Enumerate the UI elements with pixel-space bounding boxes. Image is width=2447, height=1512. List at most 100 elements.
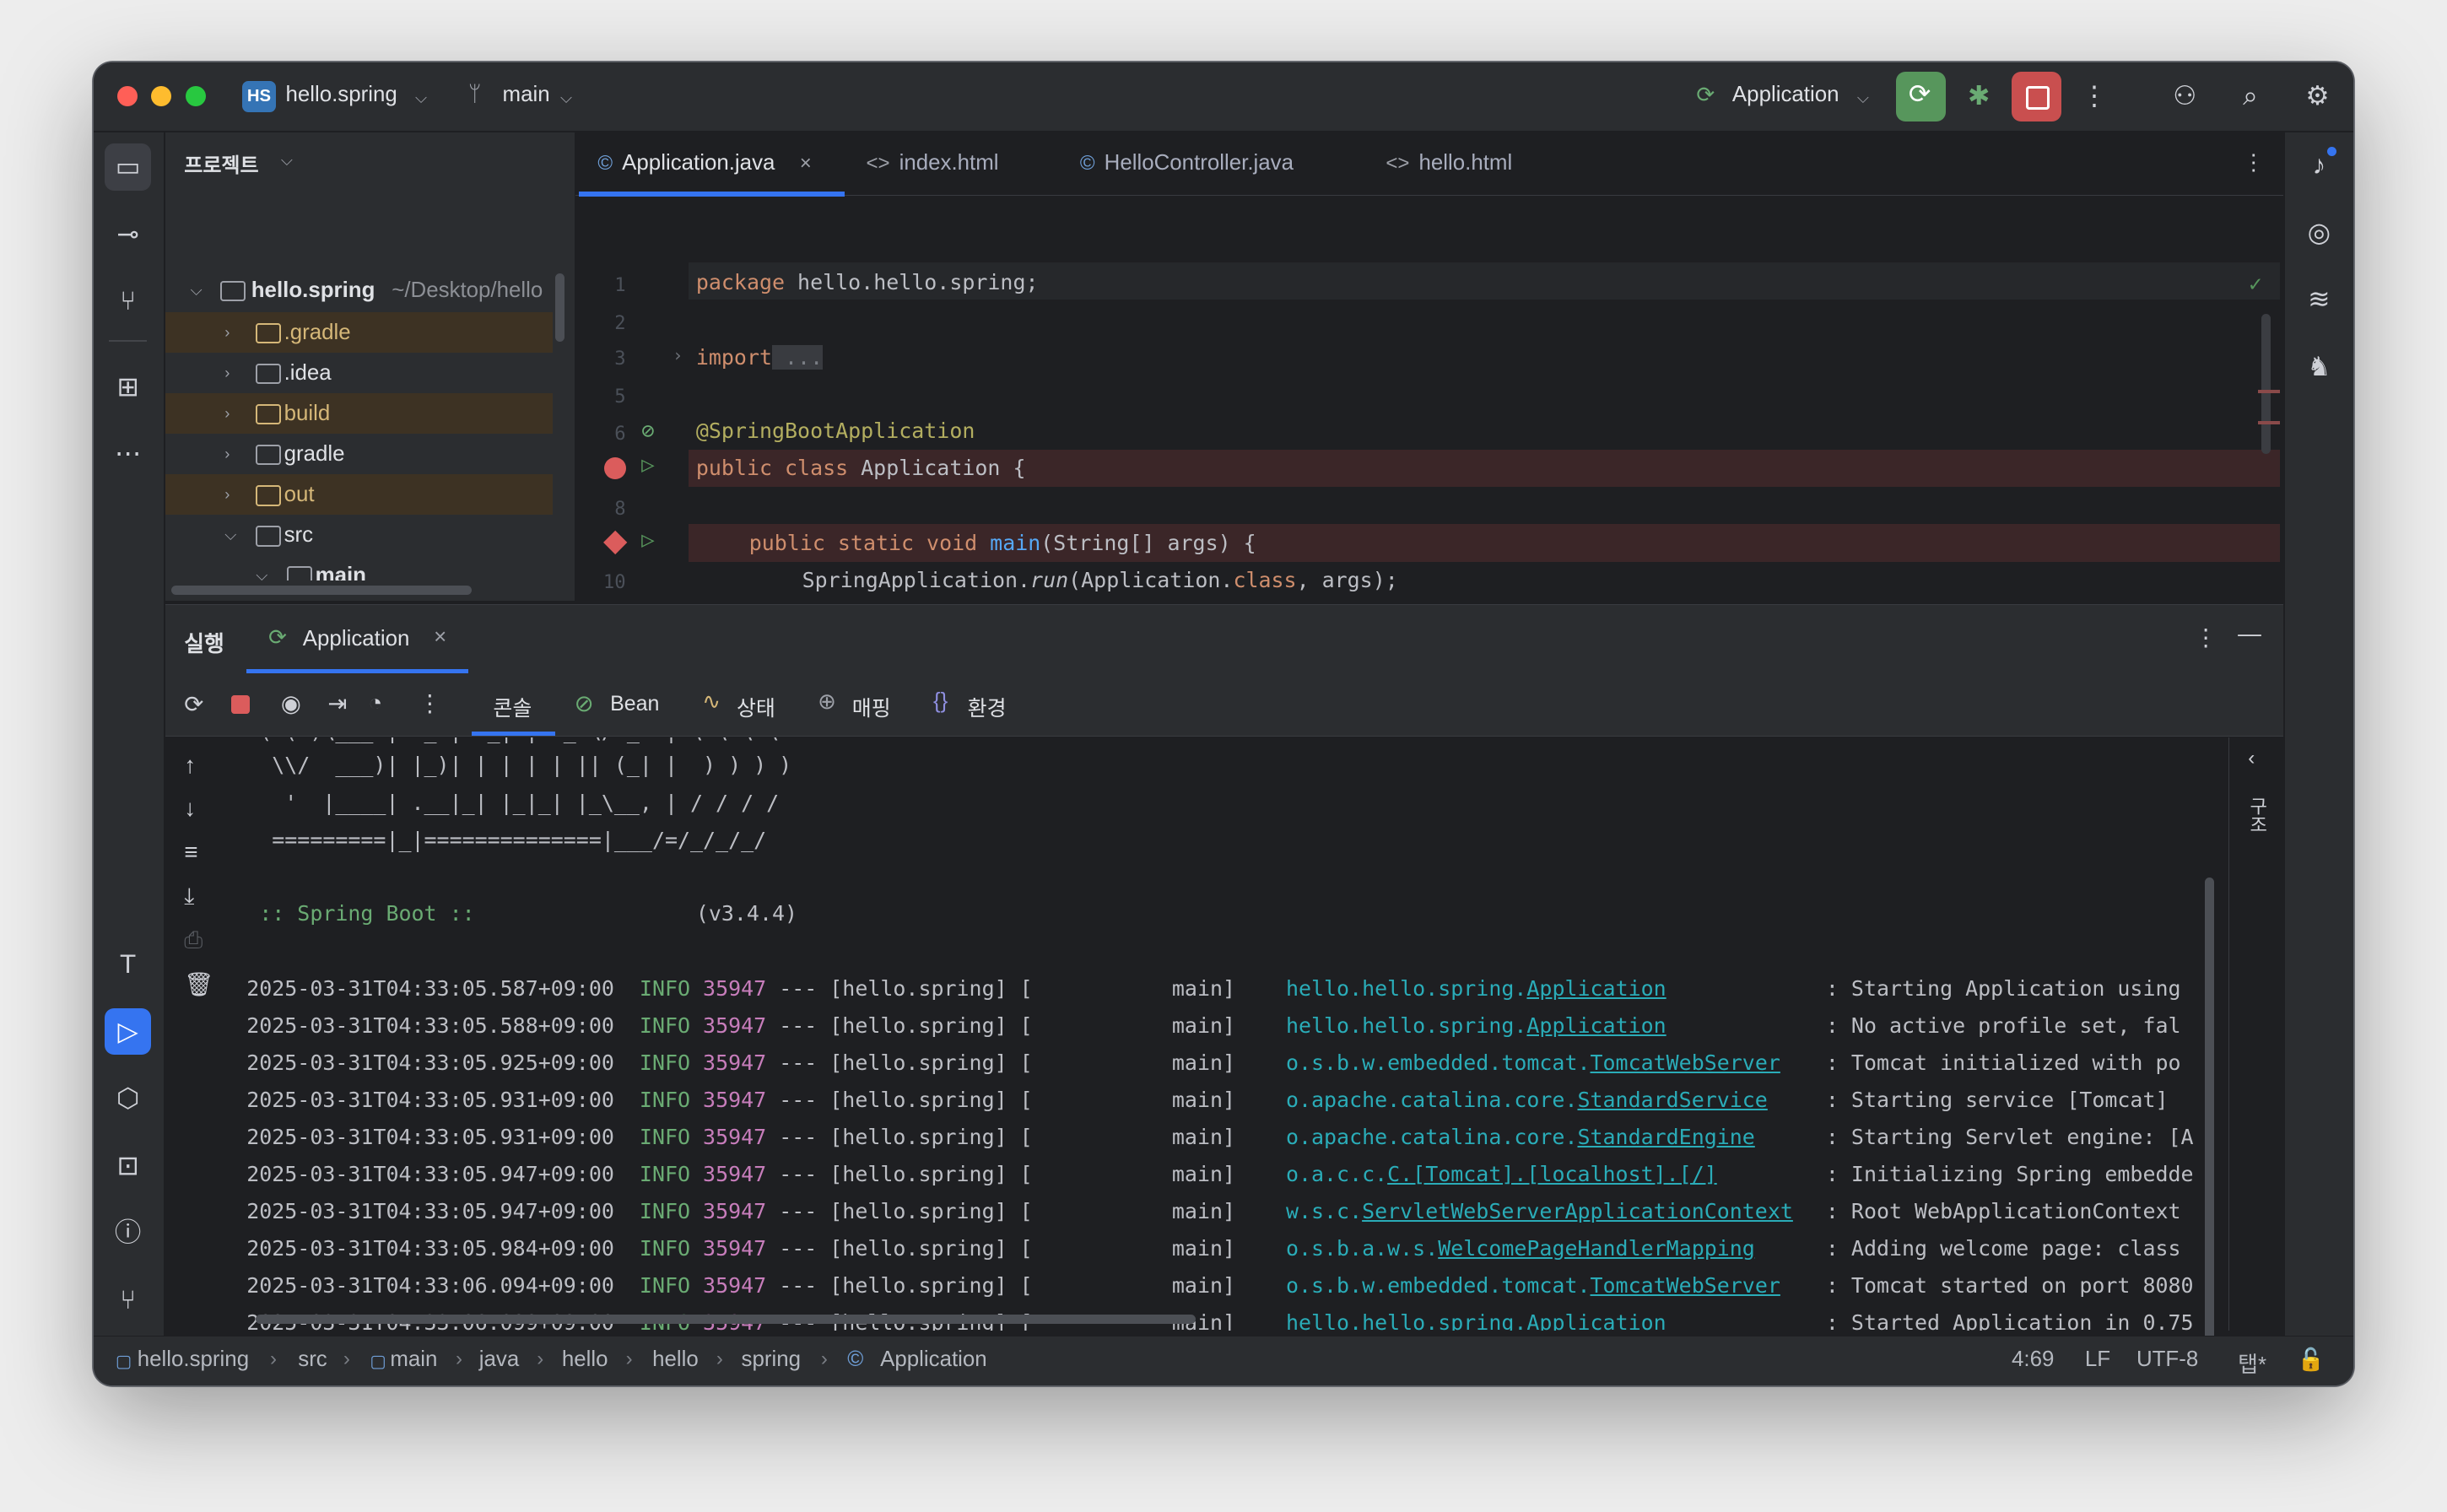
exit-icon[interactable]: ⇥ [327, 689, 347, 717]
minimize-window-button[interactable] [151, 85, 172, 106]
minimize-panel-icon[interactable]: — [2238, 620, 2261, 647]
close-run-tab-icon[interactable]: × [434, 625, 446, 650]
spring-bean-gutter-icon[interactable]: ⊘ [641, 418, 655, 444]
tree-item[interactable]: › build [165, 393, 553, 435]
more-tools-icon[interactable]: ⋯ [105, 430, 151, 477]
soft-wrap-icon[interactable]: ≡ [184, 839, 197, 866]
more-actions-icon[interactable]: ⋮ [419, 689, 442, 717]
add-user-icon[interactable]: ⚇ [2166, 78, 2203, 115]
file-encoding[interactable]: UTF-8 [2136, 1347, 2198, 1372]
console-vertical-scrollbar[interactable] [2205, 878, 2215, 1378]
console-output[interactable]: ( ( )\___ | '_ | '_| | '_ \/ _` | \ \ \ … [246, 737, 2212, 1331]
method-breakpoint-icon[interactable] [603, 530, 628, 555]
log-logger-link[interactable]: o.s.b.w.embedded.tomcat.TomcatWebServer [1286, 1050, 1780, 1075]
services-icon[interactable]: ⬡ [105, 1075, 151, 1121]
tabs-more-icon[interactable]: ⋮ [2243, 132, 2265, 195]
log-logger-link[interactable]: hello.hello.spring.Application [1286, 1310, 1666, 1331]
editor-scrollbar[interactable] [2261, 313, 2271, 455]
structure-side-tab[interactable]: 구조 [2244, 796, 2271, 834]
subtab-mappings[interactable]: 매핑 [852, 692, 891, 722]
breadcrumb-item[interactable]: hello [562, 1347, 608, 1372]
log-logger-link[interactable]: hello.hello.spring.Application [1286, 976, 1666, 1001]
search-icon[interactable]: ⌕ [2232, 78, 2269, 115]
inspection-ok-checkmark-icon[interactable]: ✓ [2249, 272, 2262, 297]
caret-position[interactable]: 4:69 [2012, 1347, 2054, 1372]
breadcrumb-item[interactable]: spring [742, 1347, 801, 1372]
tree-root[interactable]: ⌵ hello.spring ~/Desktop/hello [165, 270, 553, 310]
subtab-health[interactable]: 상태 [737, 692, 775, 722]
log-logger-link[interactable]: o.apache.catalina.core.StandardService [1286, 1088, 1768, 1112]
lock-icon[interactable]: 🔓 [2297, 1347, 2324, 1373]
close-tab-icon[interactable]: × [800, 152, 812, 175]
log-logger-link[interactable]: hello.hello.spring.Application [1286, 1013, 1666, 1038]
breadcrumb-item[interactable]: main [390, 1347, 437, 1372]
print-icon[interactable]: ⎙ [184, 926, 203, 954]
breadcrumb-item[interactable]: java [479, 1347, 519, 1372]
run-gutter-icon[interactable]: ▷ [641, 527, 655, 553]
rerun-icon[interactable]: ⟳ [184, 690, 203, 718]
run-tool-icon[interactable]: ▷ [104, 1007, 152, 1056]
log-logger-link[interactable]: o.apache.catalina.core.StandardEngine [1286, 1125, 1755, 1149]
subtab-bean[interactable]: Bean [610, 692, 659, 716]
down-arrow-icon[interactable]: ↓ [184, 795, 196, 822]
breadcrumb-item[interactable]: hello [652, 1347, 699, 1372]
commit-icon[interactable]: ⊸ [105, 211, 151, 257]
database-icon[interactable]: ≋ [2297, 278, 2341, 321]
log-logger-link[interactable]: o.s.b.a.w.s.WelcomePageHandlerMapping [1286, 1236, 1755, 1261]
subtab-console[interactable]: 콘솔 [493, 692, 532, 722]
log-logger-link[interactable]: o.s.b.w.embedded.tomcat.TomcatWebServer [1286, 1273, 1780, 1298]
breadcrumb-item[interactable]: hello.spring [138, 1347, 249, 1372]
subtab-environment[interactable]: 환경 [968, 692, 1007, 722]
git-icon[interactable]: ⑂ [105, 1277, 151, 1323]
structure-icon[interactable]: ⊞ [105, 364, 151, 410]
settings-gear-icon[interactable]: ⚙ [2298, 78, 2336, 115]
clear-trash-icon[interactable]: 🗑 [184, 970, 213, 998]
tab-application-java[interactable]: © Application.java × [597, 132, 812, 195]
debug-button[interactable]: ✱ [1960, 78, 1997, 115]
indent-setting[interactable]: 탭* [2238, 1347, 2266, 1379]
camera-icon[interactable]: ◉ [281, 689, 301, 717]
stop-button[interactable] [2011, 72, 2062, 122]
run-config-selector[interactable]: Application [1732, 83, 1839, 107]
vertical-scrollbar[interactable] [555, 273, 565, 343]
project-switcher[interactable]: hello.spring [285, 83, 397, 107]
breakpoint-icon[interactable] [603, 456, 626, 479]
project-panel-title[interactable]: 프로젝트 [184, 148, 258, 178]
more-options-icon[interactable]: ⋮ [2194, 624, 2217, 651]
run-tab-application[interactable]: Application [303, 627, 410, 651]
line-separator[interactable]: LF [2085, 1347, 2110, 1372]
log-logger-link[interactable]: o.a.c.c.C.[Tomcat].[localhost].[/] [1286, 1162, 1717, 1186]
log-logger-link[interactable]: w.s.c.ServletWebServerApplicationContext [1286, 1199, 1793, 1223]
up-arrow-icon[interactable]: ↑ [184, 752, 196, 779]
code-editor[interactable]: 1 2 3 5 6 8 10 ⊘ ▷ ▷ › package hello.hel… [575, 197, 2283, 602]
problems-icon[interactable]: ⓘ [105, 1209, 151, 1256]
breadcrumb-item[interactable]: Application [880, 1347, 987, 1372]
rerun-button[interactable]: ⟳ [1896, 72, 1947, 122]
chevron-left-icon[interactable]: ‹ [2248, 747, 2255, 770]
branch-switcher[interactable]: main [503, 83, 550, 107]
tree-item[interactable]: › gradle [165, 434, 553, 474]
close-window-button[interactable] [116, 85, 138, 106]
profiler-gauge-icon[interactable]: ◔ [368, 689, 382, 716]
tree-item[interactable]: ⌵ src [165, 515, 553, 555]
scroll-to-end-icon[interactable]: ⤓ [184, 883, 194, 910]
run-gutter-icon[interactable]: ▷ [641, 452, 655, 478]
gradle-elephant-icon[interactable]: ♞ [2297, 345, 2341, 389]
fold-chevron-icon[interactable]: › [673, 345, 683, 365]
tree-item[interactable]: › out [165, 474, 553, 516]
ai-assistant-icon[interactable]: ◎ [2297, 211, 2341, 255]
breadcrumb-item[interactable]: src [298, 1347, 327, 1372]
project-folder-icon[interactable]: ▭ [104, 143, 152, 191]
tab-index-html[interactable]: <> index.html [866, 132, 998, 195]
tree-item[interactable]: › .gradle [165, 311, 553, 353]
pull-requests-icon[interactable]: ⑂ [105, 278, 151, 324]
zoom-window-button[interactable] [186, 85, 207, 106]
horizontal-scrollbar[interactable] [171, 585, 472, 595]
tree-item[interactable]: ⌵ main [165, 555, 553, 580]
more-actions-icon[interactable]: ⋮ [2076, 78, 2113, 115]
console-horizontal-scrollbar[interactable] [256, 1315, 1196, 1325]
tree-item[interactable]: › .idea [165, 353, 553, 393]
terminal-icon[interactable]: ⊡ [105, 1142, 151, 1189]
build-hammer-icon[interactable]: T [105, 941, 151, 987]
tab-hellocontroller-java[interactable]: © HelloController.java [1080, 132, 1294, 195]
